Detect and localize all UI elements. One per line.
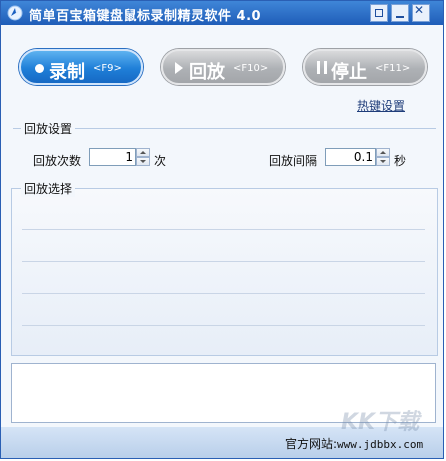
playback-count-input[interactable] [89, 148, 136, 166]
count-up-arrow-icon[interactable] [136, 148, 150, 157]
play-triangle-icon [175, 62, 183, 74]
playback-settings-title: 回放设置 [21, 120, 76, 137]
record-button[interactable]: 录制 <F9> [19, 49, 143, 85]
count-down-arrow-icon[interactable] [136, 157, 150, 166]
stop-button-label: 停止 [331, 62, 367, 83]
playback-interval-input[interactable] [325, 148, 376, 166]
playback-selection-title: 回放选择 [21, 180, 76, 197]
hotkey-settings-link[interactable]: 热键设置 [357, 97, 405, 114]
playback-selection-panel [11, 188, 438, 356]
title-bar[interactable]: 简单百宝箱键盘鼠标录制精灵软件 4.0 [1, 1, 443, 25]
record-dot-icon [35, 64, 44, 73]
playback-settings-divider [13, 128, 436, 129]
playback-interval-label: 回放间隔 [269, 154, 318, 168]
playback-count-unit: 次 [154, 154, 167, 168]
interval-up-arrow-icon[interactable] [376, 148, 390, 157]
selection-row-divider [22, 229, 425, 230]
window-title: 简单百宝箱键盘鼠标录制精灵软件 4.0 [29, 9, 262, 24]
stop-hotkey-label: <F11> [375, 63, 411, 74]
playback-count-stepper[interactable] [136, 148, 150, 166]
play-button-label: 回放 [189, 62, 225, 83]
official-site-label: 官方网站: [285, 437, 338, 451]
record-button-label: 录制 [49, 62, 85, 83]
interval-down-arrow-icon[interactable] [376, 157, 390, 166]
official-site-url[interactable]: www.jdbbx.com [337, 438, 423, 451]
play-button[interactable]: 回放 <F10> [161, 49, 285, 85]
playback-interval-stepper[interactable] [376, 148, 390, 166]
window-menu-button[interactable] [370, 4, 388, 22]
selection-row-divider [22, 325, 425, 326]
playback-count-label: 回放次数 [33, 154, 82, 168]
app-logo-icon [7, 5, 23, 21]
official-site-text: 官方网站:www.jdbbx.com [285, 435, 423, 452]
stop-button[interactable]: 停止 <F11> [303, 49, 427, 85]
minimize-button[interactable] [391, 4, 409, 22]
record-hotkey-label: <F9> [93, 63, 122, 74]
selection-row-divider [22, 261, 425, 262]
app-window: 简单百宝箱键盘鼠标录制精灵软件 4.0 录制 <F9> 回放 <F10> 停止 … [0, 0, 444, 459]
close-button[interactable] [412, 3, 430, 22]
selection-row-divider [22, 293, 425, 294]
playback-interval-unit: 秒 [394, 154, 407, 168]
play-hotkey-label: <F10> [233, 63, 269, 74]
pause-bars-icon [317, 61, 327, 74]
watermark-text: KK下载 [341, 410, 420, 435]
